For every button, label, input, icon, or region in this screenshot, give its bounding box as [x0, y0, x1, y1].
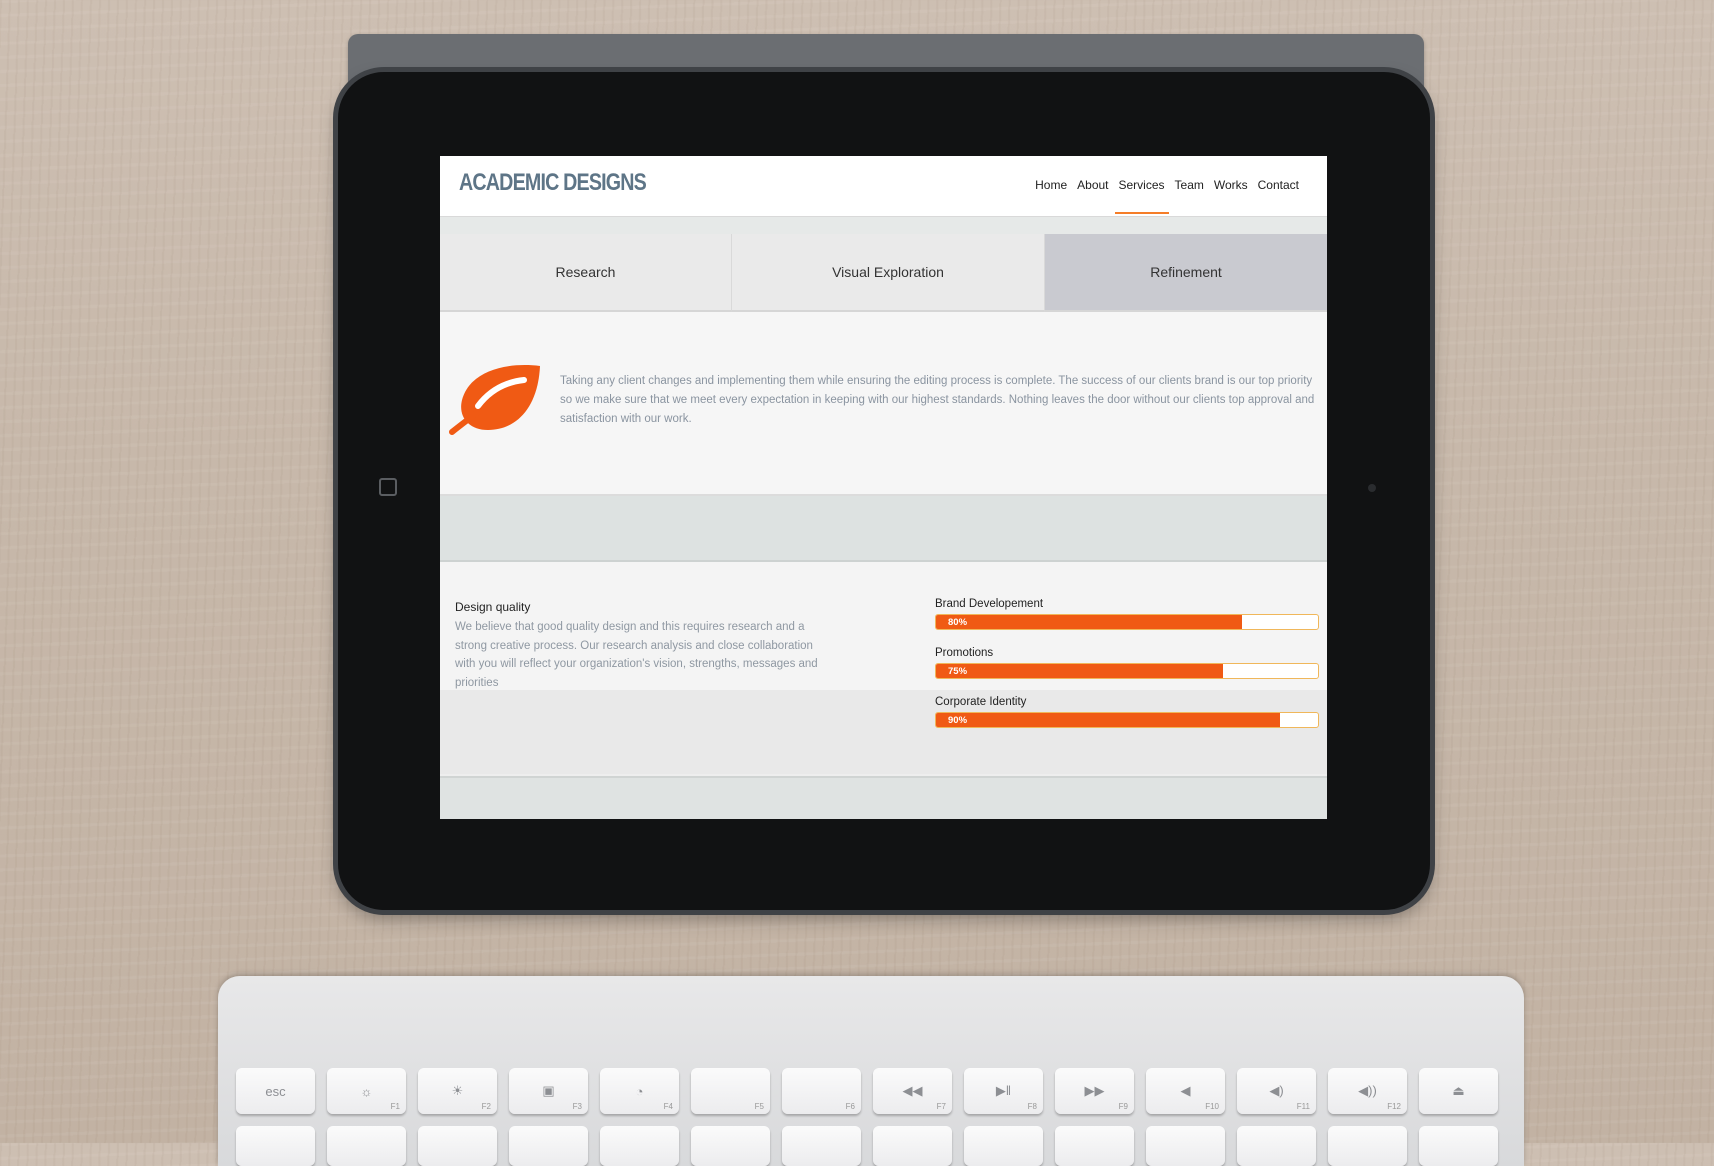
nav-team[interactable]: Team — [1175, 178, 1204, 192]
keyboard-key: ▶‖ F8 — [964, 1068, 1043, 1114]
key-label: esc — [265, 1083, 286, 1099]
keyboard-key — [1419, 1126, 1498, 1166]
key-label: ◀)) — [1358, 1083, 1377, 1098]
tab-panel: Taking any client changes and implementi… — [440, 312, 1327, 496]
keyboard-key: F5 — [691, 1068, 770, 1114]
key-fn-label: F9 — [1118, 1102, 1128, 1111]
key-fn-label: F3 — [572, 1102, 582, 1111]
skill-label: Brand Developement — [935, 598, 1044, 610]
keyboard-key — [1328, 1126, 1407, 1166]
key-label: ▣ — [542, 1083, 555, 1098]
skill-promotions: Promotions 75% — [935, 647, 1319, 679]
header-subbar — [440, 217, 1327, 234]
keyboard-key: F6 — [782, 1068, 861, 1114]
progress-fill — [936, 615, 1242, 629]
skill-label: Corporate Identity — [935, 696, 1027, 708]
website-screen: ACADEMIC DESIGNS Home About Services Tea… — [440, 156, 1327, 819]
progress-percent: 80% — [948, 617, 968, 628]
keyboard-key — [782, 1126, 861, 1166]
keyboard-key — [418, 1126, 497, 1166]
section-divider-band — [440, 496, 1327, 562]
key-fn-label: F2 — [481, 1102, 491, 1111]
keyboard-key: ⏏ — [1419, 1068, 1498, 1114]
keyboard-key — [327, 1126, 406, 1166]
key-label: ▶▶ — [1084, 1083, 1105, 1098]
keyboard-key: ◔ F4 — [600, 1068, 679, 1114]
key-fn-label: F10 — [1205, 1102, 1219, 1111]
progress-fill — [936, 713, 1280, 727]
keyboard-key — [600, 1126, 679, 1166]
panel-description: Taking any client changes and implementi… — [560, 375, 1315, 425]
nav-works[interactable]: Works — [1214, 178, 1248, 192]
keyboard-key: esc — [236, 1068, 315, 1114]
key-label: ☼ — [360, 1083, 373, 1099]
keyboard-key — [873, 1126, 952, 1166]
nav-contact[interactable]: Contact — [1258, 178, 1299, 192]
key-label: ◀ — [1180, 1083, 1191, 1098]
keyboard-key — [1146, 1126, 1225, 1166]
design-quality-text: We believe that good quality design and … — [455, 621, 818, 689]
home-button-icon — [379, 478, 397, 496]
keyboard-key — [1055, 1126, 1134, 1166]
function-key-row: esc ☼ F1 ☀ F2 ▣ F3 ◔ F4 F5 F6 ◀◀ F7 ▶‖ F8 ▶▶ F9 ◀ F10 ◀) F11… — [236, 1068, 1498, 1114]
keyboard-key: ☀ F2 — [418, 1068, 497, 1114]
tab-visual-exploration[interactable]: Visual Exploration — [732, 234, 1045, 312]
key-label: ☀ — [451, 1083, 464, 1098]
tab-research[interactable]: Research — [440, 234, 732, 312]
nav-home[interactable]: Home — [1035, 178, 1067, 192]
progress-percent: 90% — [948, 715, 968, 726]
keyboard-key — [1237, 1126, 1316, 1166]
key-fn-label: F5 — [754, 1102, 764, 1111]
key-label: ⏏ — [1452, 1083, 1465, 1098]
keyboard-key: ◀ F10 — [1146, 1068, 1225, 1114]
progress-bar: 75% — [935, 663, 1319, 679]
keyboard-key — [964, 1126, 1043, 1166]
leaf-icon — [449, 365, 540, 435]
number-key-row — [236, 1126, 1498, 1166]
keyboard-key: ◀) F11 — [1237, 1068, 1316, 1114]
key-label: ◀) — [1269, 1083, 1284, 1098]
key-fn-label: F8 — [1027, 1102, 1037, 1111]
nav-about[interactable]: About — [1077, 178, 1108, 192]
keyboard: esc ☼ F1 ☀ F2 ▣ F3 ◔ F4 F5 F6 ◀◀ F7 ▶‖ F8 ▶▶ F9 ◀ F10 ◀) F11… — [218, 976, 1524, 1166]
keyboard-key — [691, 1126, 770, 1166]
keyboard-key: ◀◀ F7 — [873, 1068, 952, 1114]
key-fn-label: F11 — [1296, 1102, 1310, 1111]
skill-label: Promotions — [935, 647, 994, 659]
process-tabs: Research Visual Exploration Refinement — [440, 234, 1327, 312]
keyboard-key: ☼ F1 — [327, 1068, 406, 1114]
tablet-device: ACADEMIC DESIGNS Home About Services Tea… — [338, 72, 1430, 910]
key-label: ◔ — [635, 1083, 644, 1099]
site-header: ACADEMIC DESIGNS Home About Services Tea… — [440, 156, 1327, 217]
skill-brand-development: Brand Developement 80% — [935, 598, 1319, 630]
tab-refinement[interactable]: Refinement — [1045, 234, 1327, 312]
key-fn-label: F7 — [936, 1102, 946, 1111]
keyboard-key — [509, 1126, 588, 1166]
keyboard-key: ◀)) F12 — [1328, 1068, 1407, 1114]
keyboard-key — [236, 1126, 315, 1166]
progress-fill — [936, 664, 1223, 678]
main-nav: Home About Services Team Works Contact — [1035, 178, 1299, 214]
keyboard-key: ▣ F3 — [509, 1068, 588, 1114]
progress-bar: 90% — [935, 712, 1319, 728]
progress-bar: 80% — [935, 614, 1319, 630]
site-logo[interactable]: ACADEMIC DESIGNS — [459, 169, 647, 197]
keyboard-key: ▶▶ F9 — [1055, 1068, 1134, 1114]
key-fn-label: F4 — [663, 1102, 673, 1111]
design-quality-title: Design quality — [455, 600, 531, 614]
key-fn-label: F6 — [845, 1102, 855, 1111]
key-fn-label: F12 — [1387, 1102, 1401, 1111]
footer-strip — [440, 776, 1327, 819]
key-fn-label: F1 — [390, 1102, 400, 1111]
skills-section: Design quality We believe that good qual… — [440, 562, 1327, 774]
skill-corporate-identity: Corporate Identity 90% — [935, 696, 1319, 728]
key-label: ◀◀ — [902, 1083, 923, 1098]
key-label: ▶‖ — [995, 1083, 1012, 1098]
nav-services[interactable]: Services — [1114, 178, 1169, 214]
camera-icon — [1368, 484, 1376, 492]
progress-percent: 75% — [948, 666, 968, 677]
